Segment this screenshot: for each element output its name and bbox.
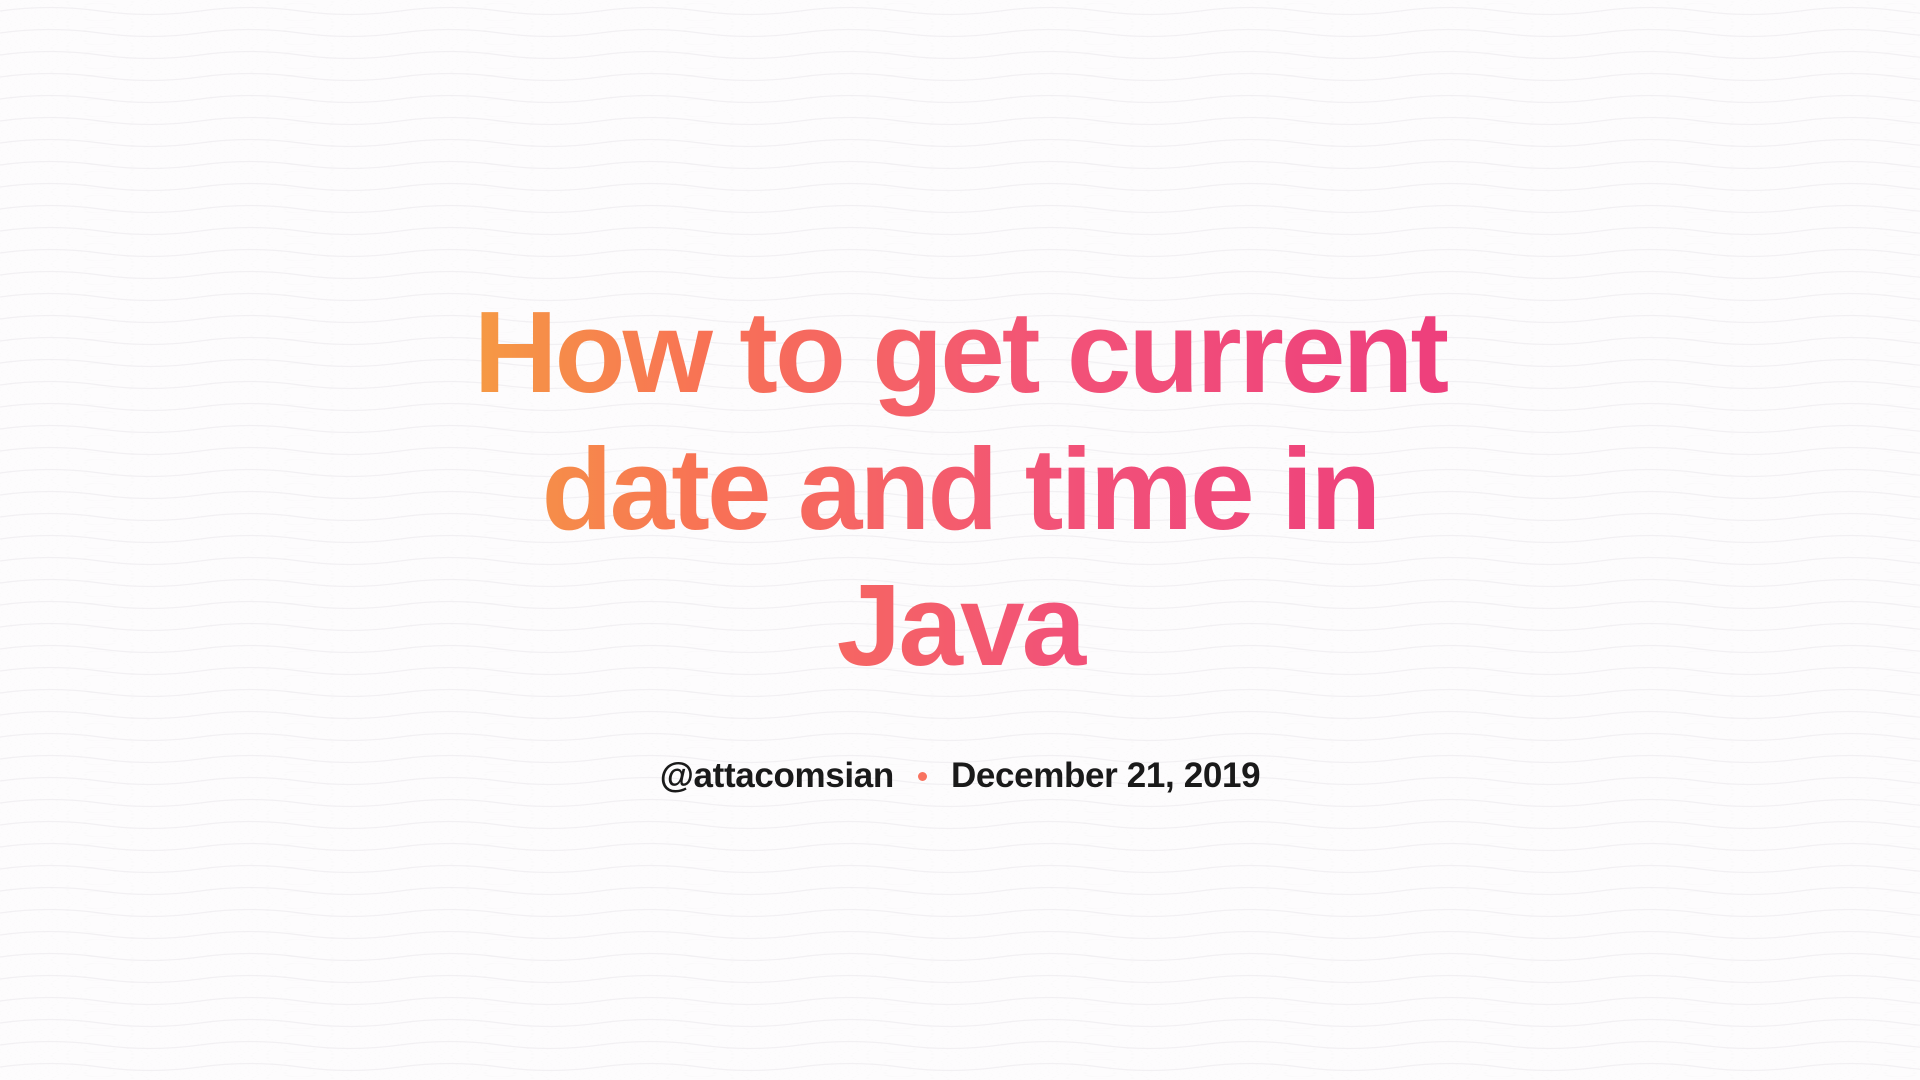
article-meta: @attacomsian December 21, 2019 [450, 756, 1470, 796]
published-date: December 21, 2019 [951, 756, 1260, 796]
author-handle[interactable]: @attacomsian [660, 756, 894, 796]
article-title: How to get current date and time in Java [450, 284, 1470, 695]
article-header: How to get current date and time in Java… [410, 284, 1510, 797]
bullet-separator-icon [918, 772, 927, 781]
